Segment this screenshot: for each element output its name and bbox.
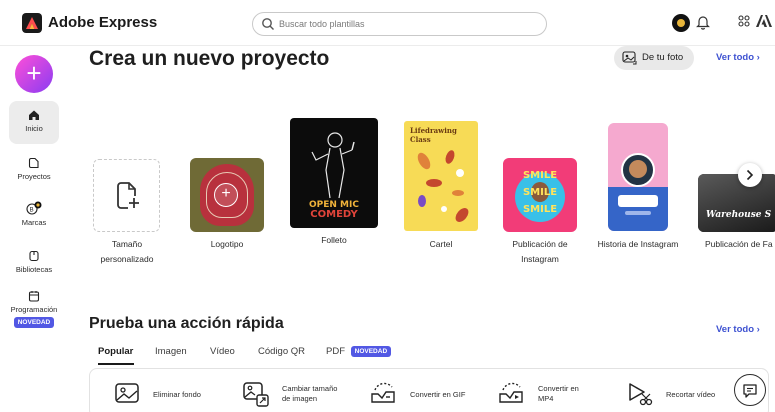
action-label: Recortar vídeo xyxy=(666,390,716,399)
sidebar-item-label: Proyectos xyxy=(17,172,51,181)
tab-video[interactable]: Vídeo xyxy=(210,346,235,357)
trim-video-icon xyxy=(629,383,653,406)
see-all-link-quick[interactable]: Ver todo › xyxy=(716,324,760,335)
chevron-right-icon: › xyxy=(756,52,760,63)
apps-grid-icon[interactable] xyxy=(738,14,750,28)
convert-gif-icon xyxy=(371,382,395,403)
search-icon xyxy=(262,18,274,30)
premium-badge-icon[interactable] xyxy=(672,14,690,32)
sidebar-item-label: Programación xyxy=(10,305,58,314)
card-label-facebook-post: Publicación de Fa xyxy=(705,239,773,249)
chat-icon xyxy=(743,384,757,398)
card-label-flyer: Folleto xyxy=(321,235,347,245)
poster-title: Lifedrawing Class xyxy=(410,126,457,144)
from-photo-label: De tu foto xyxy=(642,52,684,63)
section-title-quick-actions: Prueba una acción rápida xyxy=(89,315,284,332)
sidebar-item-programacion[interactable]: Programación NOVEDAD xyxy=(5,290,63,328)
from-photo-button[interactable]: De tu foto xyxy=(614,46,694,70)
library-icon xyxy=(29,250,39,262)
card-label-instagram-story: Historia de Instagram xyxy=(597,239,679,249)
card-instagram-story[interactable] xyxy=(608,123,668,231)
new-badge: NOVEDAD xyxy=(13,317,55,328)
tab-imagen[interactable]: Imagen xyxy=(155,346,187,357)
new-badge: NOVEDAD xyxy=(350,346,392,357)
sidebar-item-label: Marcas xyxy=(21,218,47,227)
chevron-right-icon: › xyxy=(756,324,760,335)
resize-image-icon xyxy=(243,382,269,407)
action-label: Convertir en MP4 xyxy=(538,384,579,403)
carousel-next-button[interactable] xyxy=(738,163,762,187)
card-facebook-post[interactable]: Warehouse S xyxy=(698,174,775,232)
add-circle-icon: + xyxy=(214,183,238,207)
search-bar[interactable] xyxy=(252,12,547,36)
abstract-shapes-icon xyxy=(417,150,469,222)
tab-codigo-qr[interactable]: Código QR xyxy=(258,346,305,357)
calendar-icon xyxy=(28,291,40,302)
see-all-label: Ver todo xyxy=(716,324,755,335)
action-label: Eliminar fondo xyxy=(153,390,201,399)
active-tab-indicator xyxy=(98,363,134,365)
remove-background-icon xyxy=(115,383,139,403)
folder-icon xyxy=(28,157,39,169)
card-label-poster: Cartel xyxy=(429,239,453,249)
action-label: Convertir en GIF xyxy=(410,390,466,399)
section-title-create: Crea un nuevo proyecto xyxy=(89,47,330,70)
new-document-icon xyxy=(117,182,139,209)
chevron-right-icon xyxy=(746,169,754,181)
search-input[interactable] xyxy=(279,16,539,32)
home-icon xyxy=(29,110,39,120)
sidebar-item-label: Inicio xyxy=(25,124,43,133)
card-logo[interactable]: + xyxy=(190,158,264,232)
sidebar-item-inicio[interactable]: Inicio xyxy=(9,101,59,144)
brand-icon: B xyxy=(26,201,42,215)
bell-icon[interactable] xyxy=(696,14,710,30)
chat-help-button[interactable] xyxy=(734,374,766,406)
action-label: Cambiar tamaño de imagen xyxy=(282,384,338,403)
app-title[interactable]: Adobe Express xyxy=(48,14,157,31)
tab-pdf[interactable]: PDF NOVEDAD xyxy=(326,346,392,357)
image-scan-icon xyxy=(622,51,637,65)
sidebar-item-label: Bibliotecas xyxy=(15,265,53,274)
card-label-logo: Logotipo xyxy=(210,239,244,249)
svg-text:B: B xyxy=(30,208,34,214)
instagram-post-text: SMILE SMILE SMILE xyxy=(522,170,558,215)
convert-mp4-icon xyxy=(499,382,523,403)
card-label-custom-size: Tamaño personalizado xyxy=(100,239,154,264)
create-button[interactable]: + xyxy=(15,55,53,93)
see-all-link-create[interactable]: Ver todo › xyxy=(716,52,760,63)
facebook-post-text: Warehouse S xyxy=(706,210,772,220)
adobe-express-logo-icon[interactable] xyxy=(22,13,42,33)
card-poster[interactable]: Lifedrawing Class xyxy=(404,121,478,231)
card-instagram-post[interactable]: SMILE SMILE SMILE xyxy=(503,158,577,232)
performer-illustration-icon xyxy=(311,132,355,199)
card-label-instagram-post: Publicación de Instagram xyxy=(512,239,568,264)
sidebar-item-marcas[interactable]: B Marcas xyxy=(9,201,59,227)
tab-popular[interactable]: Popular xyxy=(98,346,133,357)
adobe-logo-icon[interactable] xyxy=(755,14,773,28)
top-bar: Adobe Express xyxy=(0,0,775,46)
card-flyer[interactable]: OPEN MIC COMEDY xyxy=(290,118,378,228)
see-all-label: Ver todo xyxy=(716,52,755,63)
card-custom-size[interactable] xyxy=(93,159,160,232)
sidebar-item-proyectos[interactable]: Proyectos xyxy=(9,157,59,181)
flyer-title: OPEN MIC COMEDY xyxy=(309,200,359,220)
sidebar-item-bibliotecas[interactable]: Bibliotecas xyxy=(9,250,59,274)
